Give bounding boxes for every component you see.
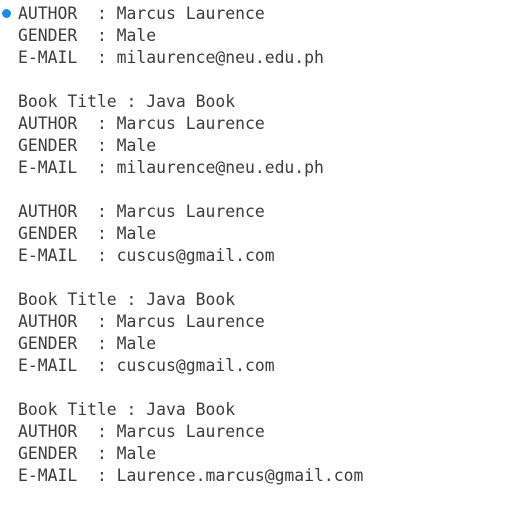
console-output: AUTHOR : Marcus Laurence GENDER : Male E-M…	[0, 0, 505, 507]
console-line: AUTHOR : Marcus Laurence	[18, 114, 265, 133]
console-line: E-MAIL : cuscus@gmail.com	[18, 246, 275, 265]
console-line: GENDER : Male	[18, 26, 157, 45]
console-line: GENDER : Male	[18, 136, 157, 155]
console-line: GENDER : Male	[18, 444, 157, 463]
console-line: Book Title : Java Book	[18, 400, 236, 419]
console-line: AUTHOR : Marcus Laurence	[18, 422, 265, 441]
console-line: Book Title : Java Book	[18, 92, 236, 111]
console-line: E-MAIL : milaurence@neu.edu.ph	[18, 48, 324, 67]
console-line: AUTHOR : Marcus Laurence	[18, 312, 265, 331]
console-line: AUTHOR : Marcus Laurence	[18, 202, 265, 221]
console-line-text: AUTHOR : Marcus Laurence	[18, 4, 265, 23]
console-line: Book Title : Java Book	[18, 290, 236, 309]
console-line: E-MAIL : Laurence.marcus@gmail.com	[18, 466, 364, 485]
breakpoint-dot-icon[interactable]	[2, 9, 11, 18]
console-line: GENDER : Male	[18, 224, 157, 243]
console-line: E-MAIL : milaurence@neu.edu.ph	[18, 158, 324, 177]
console-line: GENDER : Male	[18, 334, 157, 353]
console-line: E-MAIL : cuscus@gmail.com	[18, 356, 275, 375]
console-line: AUTHOR : Marcus Laurence	[0, 3, 505, 25]
